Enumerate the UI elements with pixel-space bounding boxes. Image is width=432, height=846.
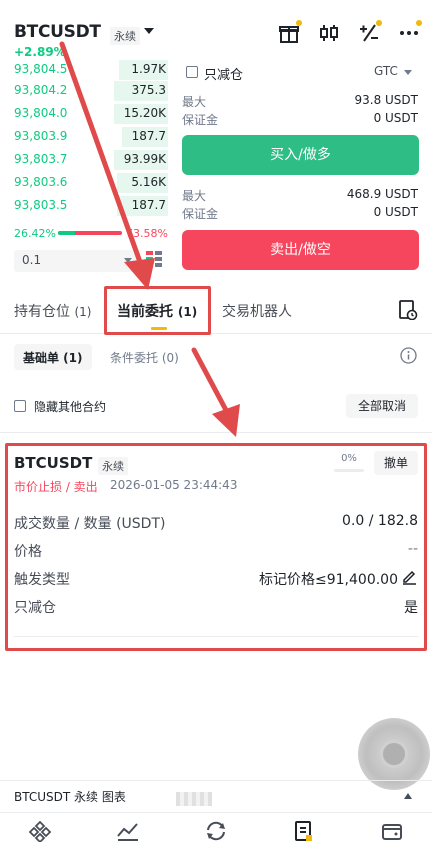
nav-markets-icon[interactable] <box>116 820 140 842</box>
nav-wallet-icon[interactable] <box>380 820 404 842</box>
blurred-content <box>176 792 212 806</box>
chart-bar-label: BTCUSDT 永续 图表 <box>14 790 126 804</box>
floating-button-core <box>380 740 408 768</box>
nav-futures-icon[interactable] <box>292 820 316 842</box>
nav-trade-icon[interactable] <box>204 820 228 842</box>
chevron-up-icon[interactable] <box>404 793 412 799</box>
nav-home-icon[interactable] <box>28 820 52 844</box>
annotation-arrows <box>59 41 240 437</box>
